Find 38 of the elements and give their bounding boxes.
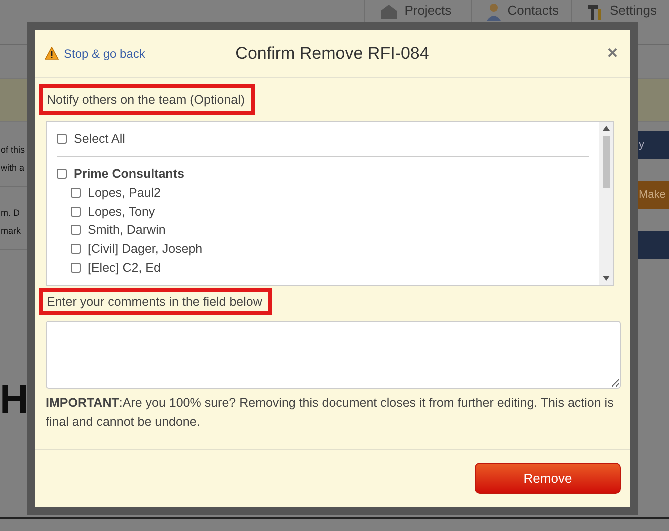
member-label: [Elec] C2, Ed [88,260,161,275]
dialog-title: Confirm Remove RFI-084 [236,44,430,64]
back-link[interactable]: Stop & go back [64,46,146,60]
checkbox[interactable] [71,244,81,254]
checkbox[interactable] [71,188,81,198]
nav-tab[interactable]: Projects [404,3,452,18]
comments-field[interactable] [46,321,621,389]
body-text: mark [0,225,21,238]
page-button[interactable]: Make [638,181,669,209]
nav-tab[interactable]: Contacts [508,3,560,18]
checkbox[interactable] [57,134,67,144]
scroll-thumb[interactable] [602,136,610,188]
warning-text: IMPORTANT:Are you 100% sure? Removing this document closes it from further editing. This action is final and cannot be undone. [46,395,615,431]
checkbox[interactable] [71,206,81,217]
nav-tab[interactable]: Settings [610,3,657,18]
member-label: Smith, Darwin [88,223,166,238]
remove-button[interactable]: Remove [475,463,621,494]
person-icon [486,3,502,21]
checkbox[interactable] [71,262,81,273]
page-button[interactable]: y [638,131,669,159]
body-text: with a [0,162,25,175]
member-label: Lopes, Paul2 [88,186,161,200]
member-label: [Civil] Dager, Joseph [88,242,203,256]
comments-label: Enter your comments in the field below [39,288,272,315]
body-text: of this [0,144,26,157]
body-text: m. D [0,207,20,220]
close-button[interactable]: × [605,43,620,64]
notify-label: Notify others on the team (Optional) [39,84,256,115]
member-label: Lopes, Tony [88,204,156,219]
group-label: Prime Consultants [74,167,184,182]
scroll-down-icon[interactable] [602,276,610,281]
scrollbar[interactable] [599,122,613,285]
select-all-label: Select All [74,132,126,146]
checkbox[interactable] [57,169,67,180]
page-heading: H [0,378,29,423]
scroll-up-icon[interactable] [602,126,610,131]
warning-icon [45,47,59,60]
checkbox[interactable] [71,225,81,236]
